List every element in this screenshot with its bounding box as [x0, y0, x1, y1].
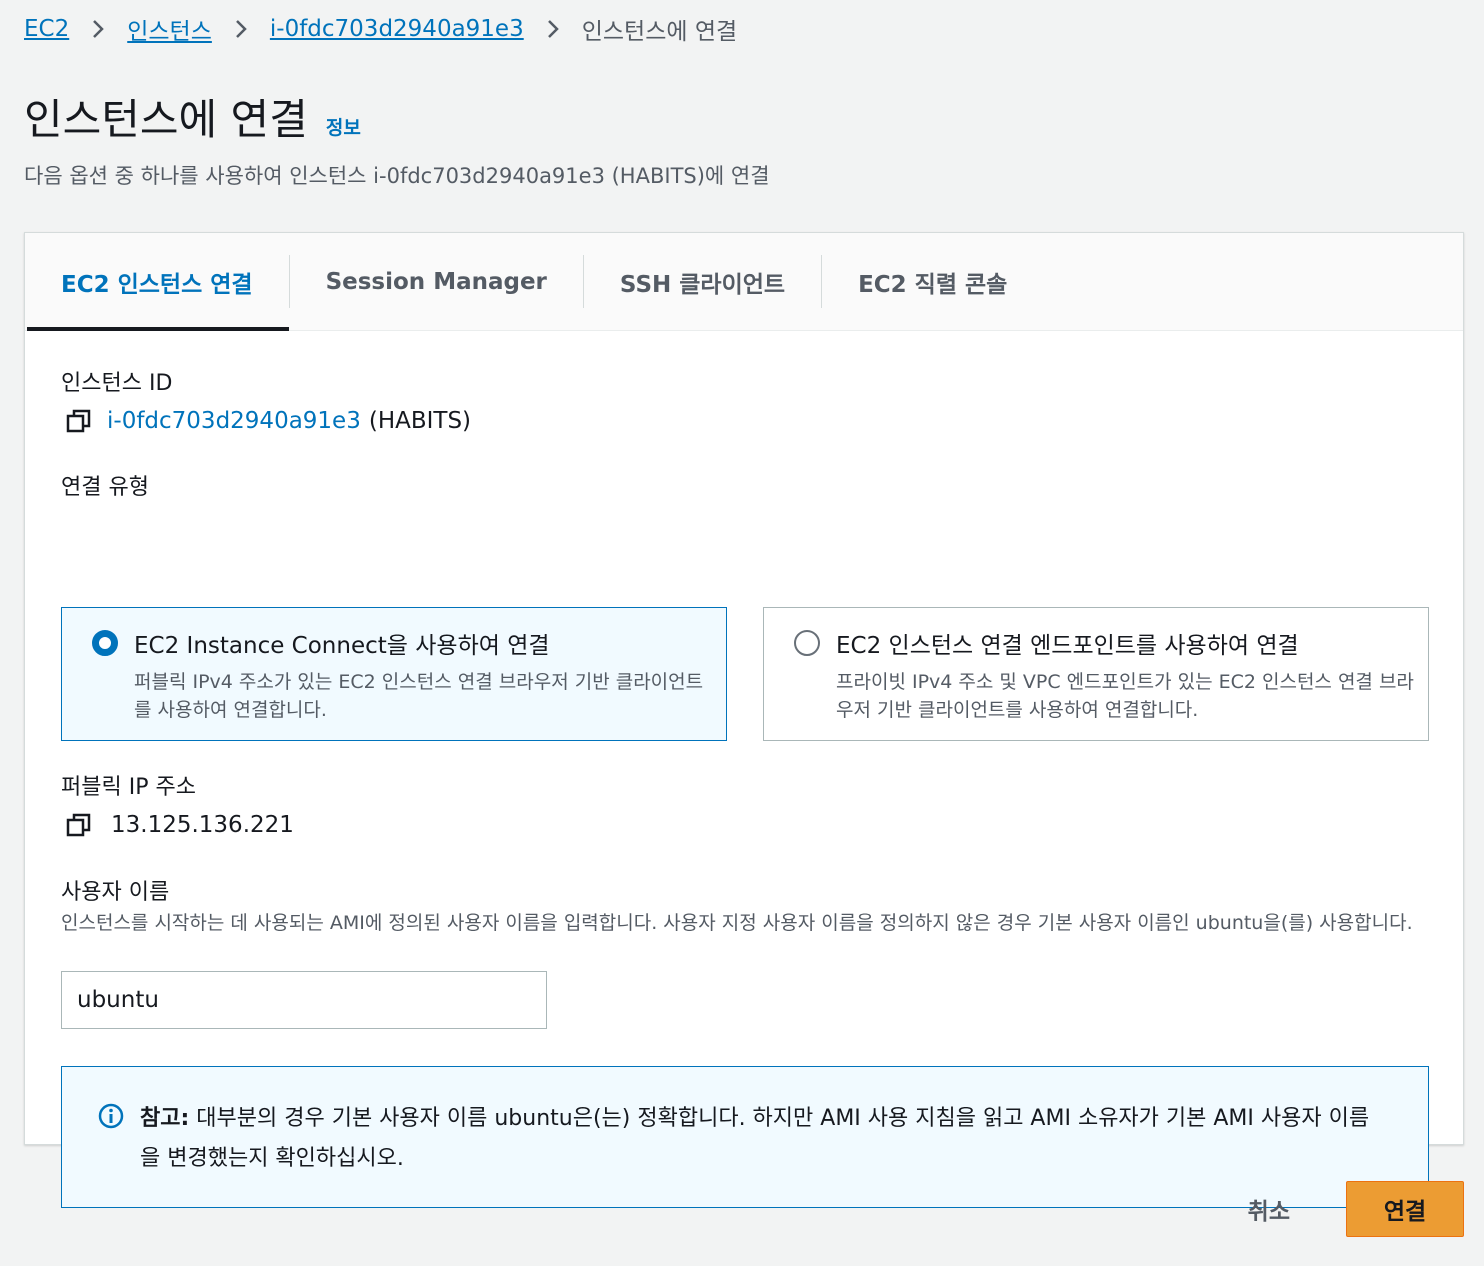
option-title: EC2 인스턴스 연결 엔드포인트를 사용하여 연결: [836, 633, 1299, 659]
alert-text: 참고: 대부분의 경우 기본 사용자 이름 ubuntu은(는) 정확합니다. …: [140, 1099, 1380, 1207]
info-alert: 참고: 대부분의 경우 기본 사용자 이름 ubuntu은(는) 정확합니다. …: [61, 1066, 1429, 1208]
alert-prefix: 참고:: [140, 1106, 190, 1131]
chevron-right-icon: [234, 18, 248, 40]
chevron-right-icon: [546, 18, 560, 40]
username-input[interactable]: ubuntu: [61, 971, 547, 1029]
public-ip-label: 퍼블릭 IP 주소: [61, 775, 196, 800]
page-subtitle: 다음 옵션 중 하나를 사용하여 인스턴스 i-0fdc703d2940a91e…: [24, 164, 770, 188]
chevron-right-icon: [91, 18, 105, 40]
copy-icon[interactable]: [65, 811, 93, 839]
info-icon: [98, 1103, 124, 1129]
alert-body: 대부분의 경우 기본 사용자 이름 ubuntu은(는) 정확합니다. 하지만 …: [140, 1106, 1370, 1171]
breadcrumb-current: 인스턴스에 연결: [581, 19, 738, 45]
footer-actions: 취소 연결: [1228, 1181, 1464, 1237]
connect-panel: EC2 인스턴스 연결 Session Manager SSH 클라이언트 EC…: [24, 232, 1464, 1208]
instance-name: (HABITS): [368, 408, 472, 434]
tab-ssh-client[interactable]: SSH 클라이언트: [584, 233, 821, 330]
radio-button[interactable]: [92, 630, 118, 656]
tab-session-manager[interactable]: Session Manager: [290, 233, 583, 330]
page-title: 인스턴스에 연결: [24, 95, 308, 144]
cancel-button[interactable]: 취소: [1228, 1181, 1310, 1237]
tab-serial-console[interactable]: EC2 직렬 콘솔: [822, 233, 1043, 330]
info-link[interactable]: 정보: [326, 113, 361, 140]
public-ip-value: 13.125.136.221: [111, 812, 294, 838]
username-help: 인스턴스를 시작하는 데 사용되는 AMI에 정의된 사용자 이름을 입력합니다…: [61, 912, 1413, 934]
instance-id-link[interactable]: i-0fdc703d2940a91e3: [107, 408, 361, 434]
breadcrumb: EC2 인스턴스 i-0fdc703d2940a91e3 인스턴스에 연결: [24, 12, 737, 46]
option-title: EC2 Instance Connect을 사용하여 연결: [134, 633, 550, 659]
breadcrumb-instance-id[interactable]: i-0fdc703d2940a91e3: [270, 16, 524, 42]
option-description: 퍼블릭 IPv4 주소가 있는 EC2 인스턴스 연결 브라우저 기반 클라이언…: [134, 671, 704, 721]
page-header: 인스턴스에 연결 정보: [24, 86, 361, 147]
instance-id-label: 인스턴스 ID: [61, 371, 173, 396]
tab-list: EC2 인스턴스 연결 Session Manager SSH 클라이언트 EC…: [25, 233, 1463, 331]
tab-ec2-instance-connect[interactable]: EC2 인스턴스 연결: [25, 233, 289, 331]
connection-option-instance-connect[interactable]: EC2 Instance Connect을 사용하여 연결 퍼블릭 IPv4 주…: [61, 607, 727, 741]
connection-type-label: 연결 유형: [61, 475, 149, 500]
instance-id-row: i-0fdc703d2940a91e3 (HABITS): [65, 407, 471, 435]
public-ip-row: 13.125.136.221: [65, 811, 294, 839]
breadcrumb-instances[interactable]: 인스턴스: [127, 12, 212, 46]
username-label: 사용자 이름: [61, 880, 170, 905]
option-description: 프라이빗 IPv4 주소 및 VPC 엔드포인트가 있는 EC2 인스턴스 연결…: [836, 671, 1414, 721]
connect-button[interactable]: 연결: [1346, 1181, 1464, 1237]
connection-option-endpoint[interactable]: EC2 인스턴스 연결 엔드포인트를 사용하여 연결 프라이빗 IPv4 주소 …: [763, 607, 1429, 741]
breadcrumb-ec2[interactable]: EC2: [24, 16, 69, 42]
radio-button[interactable]: [794, 630, 820, 656]
copy-icon[interactable]: [65, 407, 93, 435]
